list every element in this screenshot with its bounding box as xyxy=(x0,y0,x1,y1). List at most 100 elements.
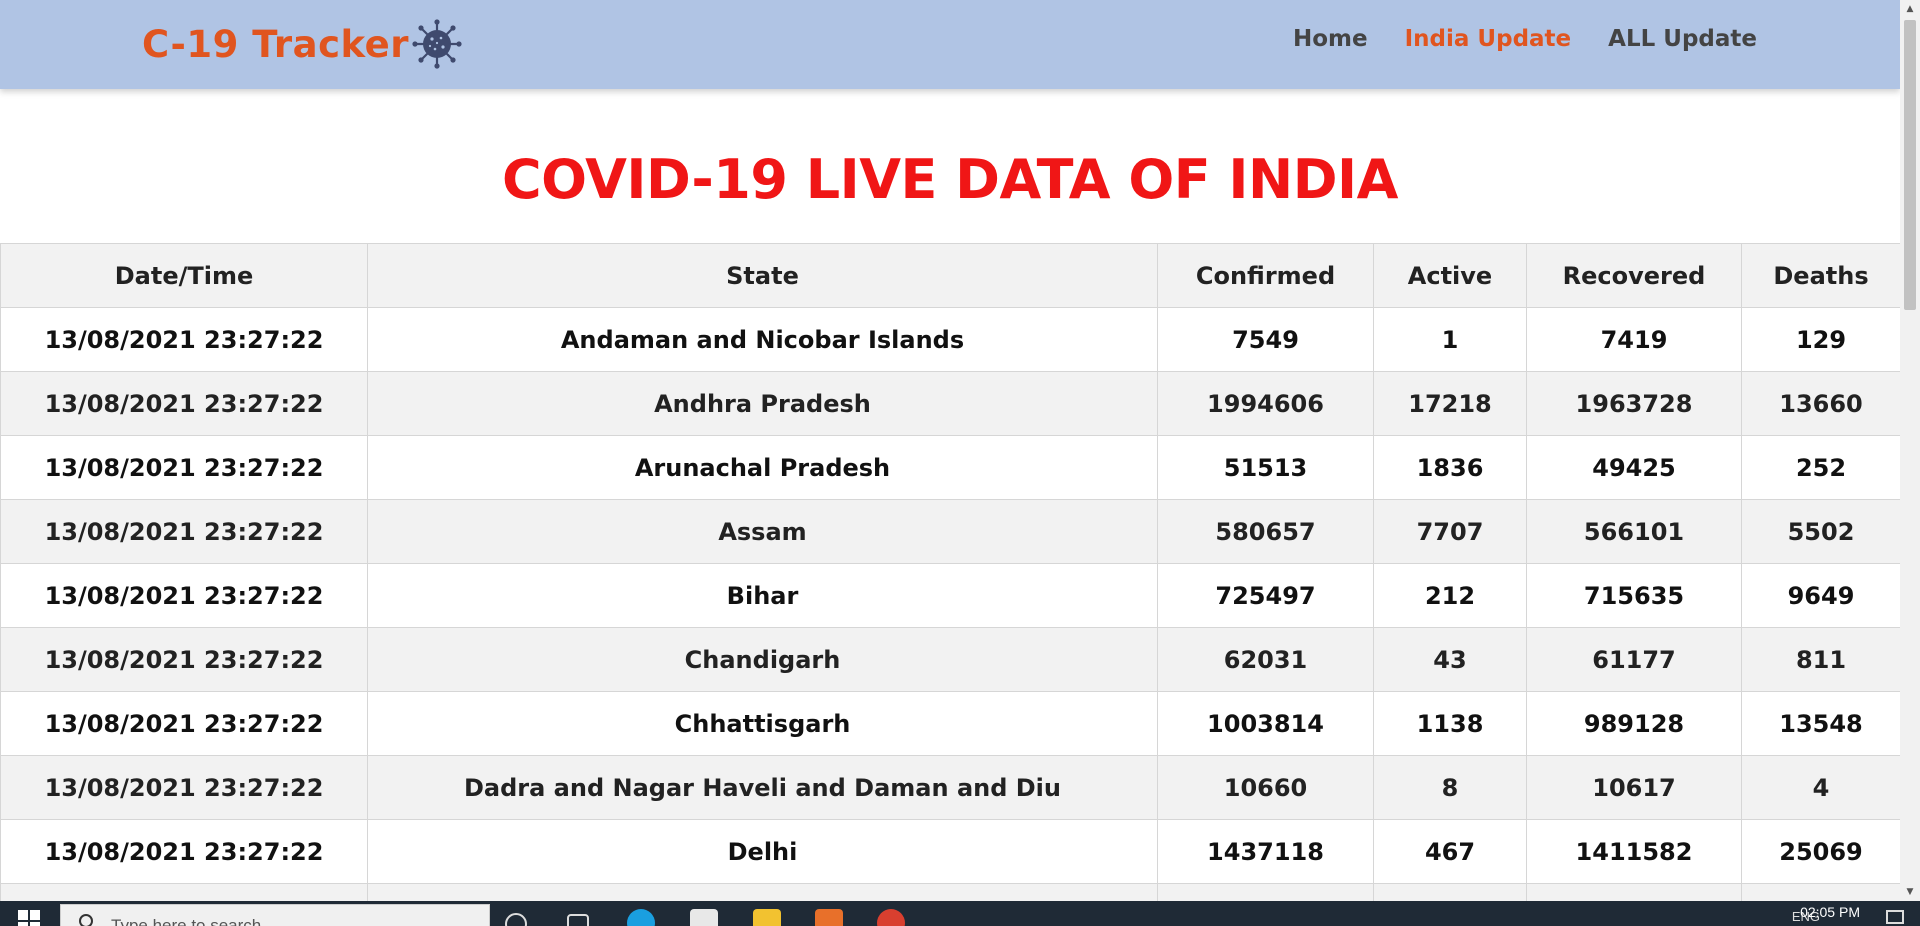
nav-link-india-update[interactable]: India Update xyxy=(1405,26,1572,52)
column-header-confirmed[interactable]: Confirmed xyxy=(1157,243,1374,308)
cell-active: 1138 xyxy=(1373,691,1527,756)
table-row: 13/08/2021 23:27:22 Andhra Pradesh 1994606… xyxy=(0,371,1900,436)
cell-deaths: 129 xyxy=(1741,307,1900,372)
scrollbar-thumb[interactable] xyxy=(1904,20,1916,310)
taskbar-search-input[interactable]: Type here to search xyxy=(60,904,490,926)
cell-recovered: 10617 xyxy=(1526,755,1742,820)
windows-start-icon[interactable] xyxy=(18,910,40,926)
column-header-datetime[interactable]: Date/Time xyxy=(0,243,368,308)
table-body: 13/08/2021 23:27:22 Andaman and Nicobar I… xyxy=(0,307,1900,901)
cell-active: 43 xyxy=(1373,627,1527,692)
navbar: C-19 Tracker Home India Update ALL Updat… xyxy=(0,0,1900,89)
cell-deaths: 811 xyxy=(1741,627,1900,692)
covid-data-table: Date/Time State Confirmed Active Recover… xyxy=(0,243,1900,901)
cell-datetime: 13/08/2021 23:27:22 xyxy=(0,563,368,628)
cell-datetime: 13/08/2021 23:27:22 xyxy=(0,499,368,564)
cell-state xyxy=(367,883,1158,901)
cell-active: 1836 xyxy=(1373,435,1527,500)
table-row: 13/08/2021 23:27:22 Dadra and Nagar Havel… xyxy=(0,755,1900,820)
cell-datetime: 13/08/2021 23:27:22 xyxy=(0,435,368,500)
brand-name: C-19 Tracker xyxy=(142,22,410,66)
cell-confirmed: 51513 xyxy=(1157,435,1374,500)
cell-datetime: 13/08/2021 23:27:22 xyxy=(0,755,368,820)
cell-datetime: 13/08/2021 23:27:22 xyxy=(0,307,368,372)
column-header-state[interactable]: State xyxy=(367,243,1158,308)
windows-taskbar: Type here to search ENG 02:05 PM xyxy=(0,901,1920,926)
cell-state: Chandigarh xyxy=(367,627,1158,692)
cell-deaths: 5502 xyxy=(1741,499,1900,564)
cell-deaths: 252 xyxy=(1741,435,1900,500)
cell-recovered: 1963728 xyxy=(1526,371,1742,436)
cell-confirmed: 62031 xyxy=(1157,627,1374,692)
brand-logo[interactable]: C-19 Tracker xyxy=(142,18,463,70)
table-row: 13/08/2021 23:27:22 Arunachal Pradesh 5151… xyxy=(0,435,1900,500)
cell-state: Arunachal Pradesh xyxy=(367,435,1158,500)
cell-state: Bihar xyxy=(367,563,1158,628)
cell-state: Chhattisgarh xyxy=(367,691,1158,756)
chrome-icon[interactable] xyxy=(877,909,905,926)
table-row: 13/08/2021 23:27:22 Chandigarh 62031 43 6117… xyxy=(0,627,1900,692)
cell-confirmed: 7549 xyxy=(1157,307,1374,372)
table-row: 13/08/2021 23:27:22 Chhattisgarh 1003814 11… xyxy=(0,691,1900,756)
cell-state: Andhra Pradesh xyxy=(367,371,1158,436)
search-icon xyxy=(79,914,93,926)
scroll-down-arrow-icon[interactable]: ▼ xyxy=(1900,883,1920,901)
cell-datetime: 13/08/2021 23:27:22 xyxy=(0,627,368,692)
cell-active: 8 xyxy=(1373,755,1527,820)
cell-recovered: 715635 xyxy=(1526,563,1742,628)
clock[interactable]: 02:05 PM xyxy=(1800,904,1860,920)
cell-deaths: 13660 xyxy=(1741,371,1900,436)
cell-recovered: 989128 xyxy=(1526,691,1742,756)
cell-deaths xyxy=(1741,883,1900,901)
column-header-deaths[interactable]: Deaths xyxy=(1741,243,1900,308)
table-header-row: Date/Time State Confirmed Active Recover… xyxy=(0,243,1900,308)
cell-confirmed: 1003814 xyxy=(1157,691,1374,756)
notification-icon[interactable] xyxy=(1886,910,1904,924)
cell-deaths: 4 xyxy=(1741,755,1900,820)
table-row: 13/08/2021 23:27:22 Assam 580657 7707 566101… xyxy=(0,499,1900,564)
page-title: COVID-19 LIVE DATA OF INDIA xyxy=(502,148,1398,211)
task-view-icon[interactable] xyxy=(567,914,589,926)
cell-state: Delhi xyxy=(367,819,1158,884)
nav-link-all-update[interactable]: ALL Update xyxy=(1608,26,1757,52)
main-nav: Home India Update ALL Update xyxy=(1293,26,1757,52)
scroll-up-arrow-icon[interactable]: ▲ xyxy=(1900,0,1920,18)
app-icon[interactable] xyxy=(815,909,843,926)
cell-recovered: 49425 xyxy=(1526,435,1742,500)
nav-link-home[interactable]: Home xyxy=(1293,26,1368,52)
cell-active: 1 xyxy=(1373,307,1527,372)
cell-active: 467 xyxy=(1373,819,1527,884)
table-row: 13/08/2021 23:27:22 Bihar 725497 212 715635 9… xyxy=(0,563,1900,628)
table-row: 13/08/2021 23:27:22 Andaman and Nicobar I… xyxy=(0,307,1900,372)
vertical-scrollbar[interactable]: ▲ ▼ xyxy=(1900,0,1920,901)
cell-active: 17218 xyxy=(1373,371,1527,436)
cortana-icon[interactable] xyxy=(505,913,527,926)
cell-recovered: 61177 xyxy=(1526,627,1742,692)
cell-state: Dadra and Nagar Haveli and Daman and Diu xyxy=(367,755,1158,820)
cell-deaths: 9649 xyxy=(1741,563,1900,628)
system-tray: ENG 02:05 PM xyxy=(1560,901,1920,926)
column-header-active[interactable]: Active xyxy=(1373,243,1527,308)
cell-confirmed: 580657 xyxy=(1157,499,1374,564)
cell-recovered: 7419 xyxy=(1526,307,1742,372)
cell-confirmed: 1994606 xyxy=(1157,371,1374,436)
cell-active: 212 xyxy=(1373,563,1527,628)
cell-state: Andaman and Nicobar Islands xyxy=(367,307,1158,372)
cell-datetime xyxy=(0,883,368,901)
cell-deaths: 25069 xyxy=(1741,819,1900,884)
table-row xyxy=(0,883,1900,901)
cell-active: 7707 xyxy=(1373,499,1527,564)
cell-deaths: 13548 xyxy=(1741,691,1900,756)
virus-icon xyxy=(412,19,462,69)
edge-icon[interactable] xyxy=(627,909,655,926)
store-icon[interactable] xyxy=(690,909,718,926)
cell-confirmed: 1437118 xyxy=(1157,819,1374,884)
cell-datetime: 13/08/2021 23:27:22 xyxy=(0,371,368,436)
column-header-recovered[interactable]: Recovered xyxy=(1526,243,1742,308)
cell-datetime: 13/08/2021 23:27:22 xyxy=(0,819,368,884)
cell-confirmed xyxy=(1157,883,1374,901)
cell-confirmed: 725497 xyxy=(1157,563,1374,628)
browser-viewport: C-19 Tracker Home India Update ALL Updat… xyxy=(0,0,1900,901)
file-explorer-icon[interactable] xyxy=(753,909,781,926)
cell-state: Assam xyxy=(367,499,1158,564)
